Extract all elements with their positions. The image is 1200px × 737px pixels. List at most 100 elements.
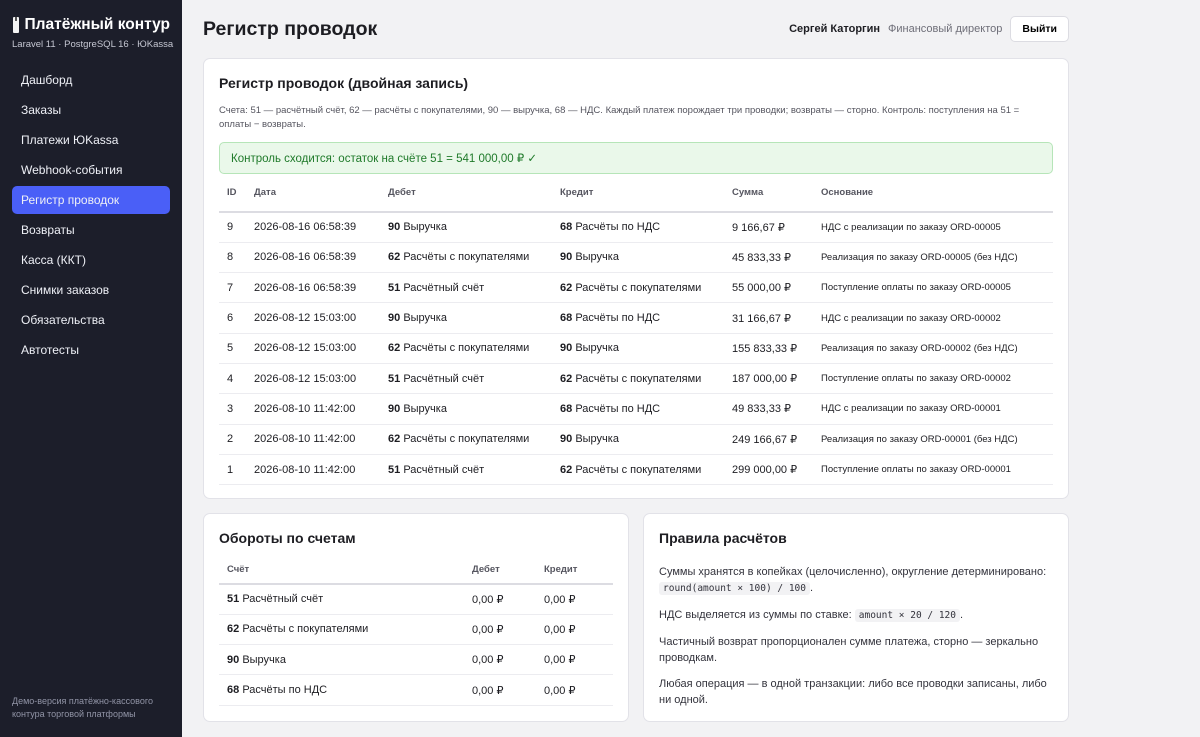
entry-id: 5	[227, 342, 234, 355]
cell-turn-credit: 0,00 ₽	[536, 644, 613, 676]
cell-debit: 51 Расчётный счёт	[380, 363, 552, 395]
entry-amount: 9 166,67 ₽	[732, 221, 785, 234]
cell-turn-debit: 0,00 ₽	[464, 614, 536, 646]
entry-id: 3	[227, 402, 234, 415]
debit-name: Выручка	[403, 221, 447, 234]
ledger-header-row: ID Дата Дебет Кредит Сумма Основание	[219, 174, 1053, 213]
cell-debit: 51 Расчётный счёт	[380, 454, 552, 486]
cell-turn-credit: 0,00 ₽	[536, 674, 613, 706]
turnover-debit: 0,00 ₽	[472, 684, 504, 697]
entry-reason: Реализация по заказу ORD-00001 (без НДС)	[821, 433, 1018, 445]
cell-debit: 62 Расчёты с покупателями	[380, 333, 552, 364]
cell-credit: 62 Расчёты с покупателями	[552, 454, 724, 486]
cell-credit: 68 Расчёты по НДС	[552, 212, 724, 243]
debit-code: 51	[388, 372, 401, 385]
sidebar-item[interactable]: Снимки заказов	[12, 276, 170, 304]
user-info: Сергей Каторгин Финансовый директор Выйт…	[789, 16, 1069, 42]
entry-amount: 49 833,33 ₽	[732, 403, 791, 416]
debit-code: 62	[388, 251, 401, 264]
cell-debit: 62 Расчёты с покупателями	[380, 242, 552, 274]
cell-date: 2026-08-16 06:58:39	[246, 212, 380, 243]
main-content: Регистр проводок Сергей Каторгин Финансо…	[182, 0, 1200, 737]
credit-name: Расчёты с покупателями	[575, 372, 702, 385]
debit-code: 90	[388, 312, 401, 325]
sidebar-item[interactable]: Платежи ЮKassa	[12, 126, 170, 154]
entry-date: 2026-08-16 06:58:39	[254, 251, 357, 264]
table-row: 68 Расчёты по НДС 0,00 ₽ 0,00 ₽	[219, 674, 613, 706]
account-code: 51	[227, 593, 240, 606]
cell-turn-debit: 0,00 ₽	[464, 584, 536, 615]
cell-amount: 31 166,67 ₽	[724, 302, 813, 334]
debit-code: 62	[388, 433, 401, 446]
entry-reason: Поступление оплаты по заказу ORD-00005	[821, 282, 1011, 294]
rule-vat: НДС выделяется из суммы по ставке: amoun…	[659, 607, 1053, 624]
cell-reason: Реализация по заказу ORD-00001 (без НДС)	[813, 424, 1053, 455]
table-row: 51 Расчётный счёт 0,00 ₽ 0,00 ₽	[219, 584, 613, 615]
account-code: 90	[227, 653, 240, 666]
entry-amount: 45 833,33 ₽	[732, 251, 791, 264]
credit-code: 90	[560, 342, 573, 355]
cell-id: 1	[219, 454, 246, 486]
table-row: 1 2026-08-10 11:42:00 51 Расчётный счёт 62 …	[219, 454, 1053, 486]
col-date: Дата	[246, 174, 380, 213]
entry-id: 1	[227, 463, 234, 476]
sidebar-item[interactable]: Автотесты	[12, 336, 170, 364]
credit-code: 90	[560, 251, 573, 264]
credit-code: 68	[560, 221, 573, 234]
cell-date: 2026-08-12 15:03:00	[246, 302, 380, 334]
entry-date: 2026-08-16 06:58:39	[254, 281, 357, 294]
turnover-credit: 0,00 ₽	[544, 623, 576, 636]
cell-amount: 9 166,67 ₽	[724, 212, 813, 243]
debit-name: Расчёты с покупателями	[403, 433, 530, 446]
col-credit: Кредит	[552, 174, 724, 213]
rounding-formula: round(amount × 100) / 100	[659, 582, 810, 595]
sidebar-item[interactable]: Регистр проводок	[12, 186, 170, 214]
sidebar-footer: Демо-версия платёжно-кассового контура т…	[12, 696, 153, 719]
turnover-title: Обороты по счетам	[219, 530, 356, 546]
sidebar-item[interactable]: Webhook-события	[12, 156, 170, 184]
rule-rounding: Суммы хранятся в копейках (целочисленно)…	[659, 564, 1053, 597]
cell-reason: Реализация по заказу ORD-00002 (без НДС)	[813, 333, 1053, 364]
credit-name: Расчёты по НДС	[575, 312, 661, 325]
rule-transaction: Любая операция — в одной транзакции: либ…	[659, 678, 1047, 706]
sidebar-item[interactable]: Возвраты	[12, 216, 170, 244]
col-amount: Сумма	[724, 174, 813, 213]
entry-reason: Реализация по заказу ORD-00005 (без НДС)	[821, 251, 1018, 263]
account-name: Расчёты по НДС	[242, 684, 328, 697]
sidebar-item[interactable]: Обязательства	[12, 306, 170, 334]
cell-reason: Поступление оплаты по заказу ORD-00001	[813, 454, 1053, 486]
cell-amount: 49 833,33 ₽	[724, 393, 813, 425]
entry-id: 8	[227, 251, 234, 264]
cell-reason: НДС с реализации по заказу ORD-00005	[813, 212, 1053, 243]
cell-id: 3	[219, 393, 246, 425]
logout-button[interactable]: Выйти	[1010, 16, 1069, 42]
cell-amount: 45 833,33 ₽	[724, 242, 813, 274]
cell-amount: 187 000,00 ₽	[724, 363, 813, 395]
credit-code: 68	[560, 402, 573, 415]
entry-amount: 31 166,67 ₽	[732, 312, 791, 325]
debit-code: 51	[388, 463, 401, 476]
brand-subtitle: Laravel 11 · PostgreSQL 16 · ЮKassa	[12, 39, 174, 50]
table-row: 7 2026-08-16 06:58:39 51 Расчётный счёт 62 …	[219, 272, 1053, 304]
table-row: 62 Расчёты с покупателями 0,00 ₽ 0,00 ₽	[219, 614, 613, 646]
sidebar: Платёжный контур Laravel 11 · PostgreSQL…	[0, 0, 182, 737]
turnover-card: Обороты по счетам Счёт Дебет Кредит 51 Р…	[203, 513, 629, 722]
entry-amount: 249 166,67 ₽	[732, 433, 798, 446]
debit-code: 90	[388, 221, 401, 234]
cell-date: 2026-08-10 11:42:00	[246, 424, 380, 455]
table-row: 5 2026-08-12 15:03:00 62 Расчёты с покупат…	[219, 333, 1053, 364]
document-icon	[13, 17, 19, 33]
cell-account: 90 Выручка	[219, 644, 464, 676]
cell-credit: 90 Выручка	[552, 242, 724, 274]
rule-rounding-end: .	[810, 582, 814, 594]
entry-reason: Поступление оплаты по заказу ORD-00001	[821, 464, 1011, 476]
brand-title: Платёжный контур	[24, 16, 171, 33]
sidebar-item[interactable]: Заказы	[12, 96, 170, 124]
sidebar-item[interactable]: Касса (ККТ)	[12, 246, 170, 274]
cell-credit: 90 Выручка	[552, 333, 724, 364]
sidebar-item[interactable]: Дашборд	[12, 66, 170, 94]
table-row: 3 2026-08-10 11:42:00 90 Выручка 68 Расчёты…	[219, 393, 1053, 425]
col-id: ID	[219, 174, 246, 213]
cell-date: 2026-08-10 11:42:00	[246, 393, 380, 425]
turnover-debit: 0,00 ₽	[472, 654, 504, 667]
